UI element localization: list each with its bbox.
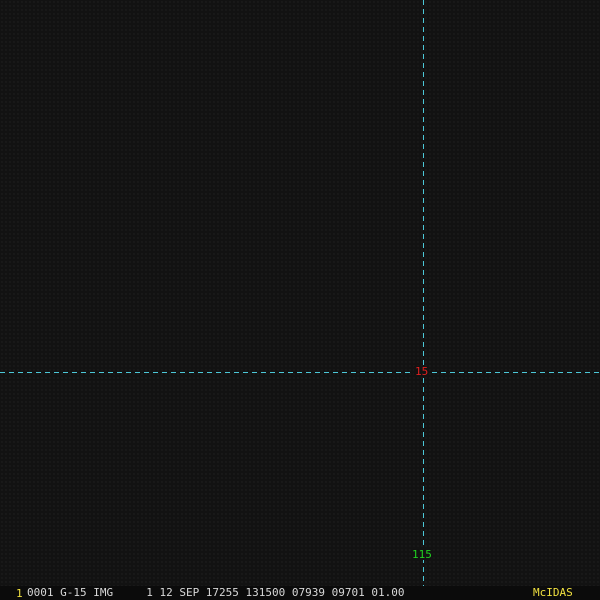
image-frame[interactable]: 15 115 1 0001 G-15 IMG 1 12 SEP 17255 13… <box>0 0 600 600</box>
longitude-label: 115 <box>411 548 433 561</box>
latitude-label: 15 <box>414 365 430 378</box>
frame-number: 1 <box>16 587 23 600</box>
map-grid-overlay <box>0 0 600 586</box>
image-header-text: 0001 G-15 IMG 1 12 SEP 17255 131500 0793… <box>27 586 405 599</box>
mcidas-brand: McIDAS <box>533 586 573 599</box>
image-header-bar: 1 0001 G-15 IMG 1 12 SEP 17255 131500 07… <box>0 586 600 600</box>
